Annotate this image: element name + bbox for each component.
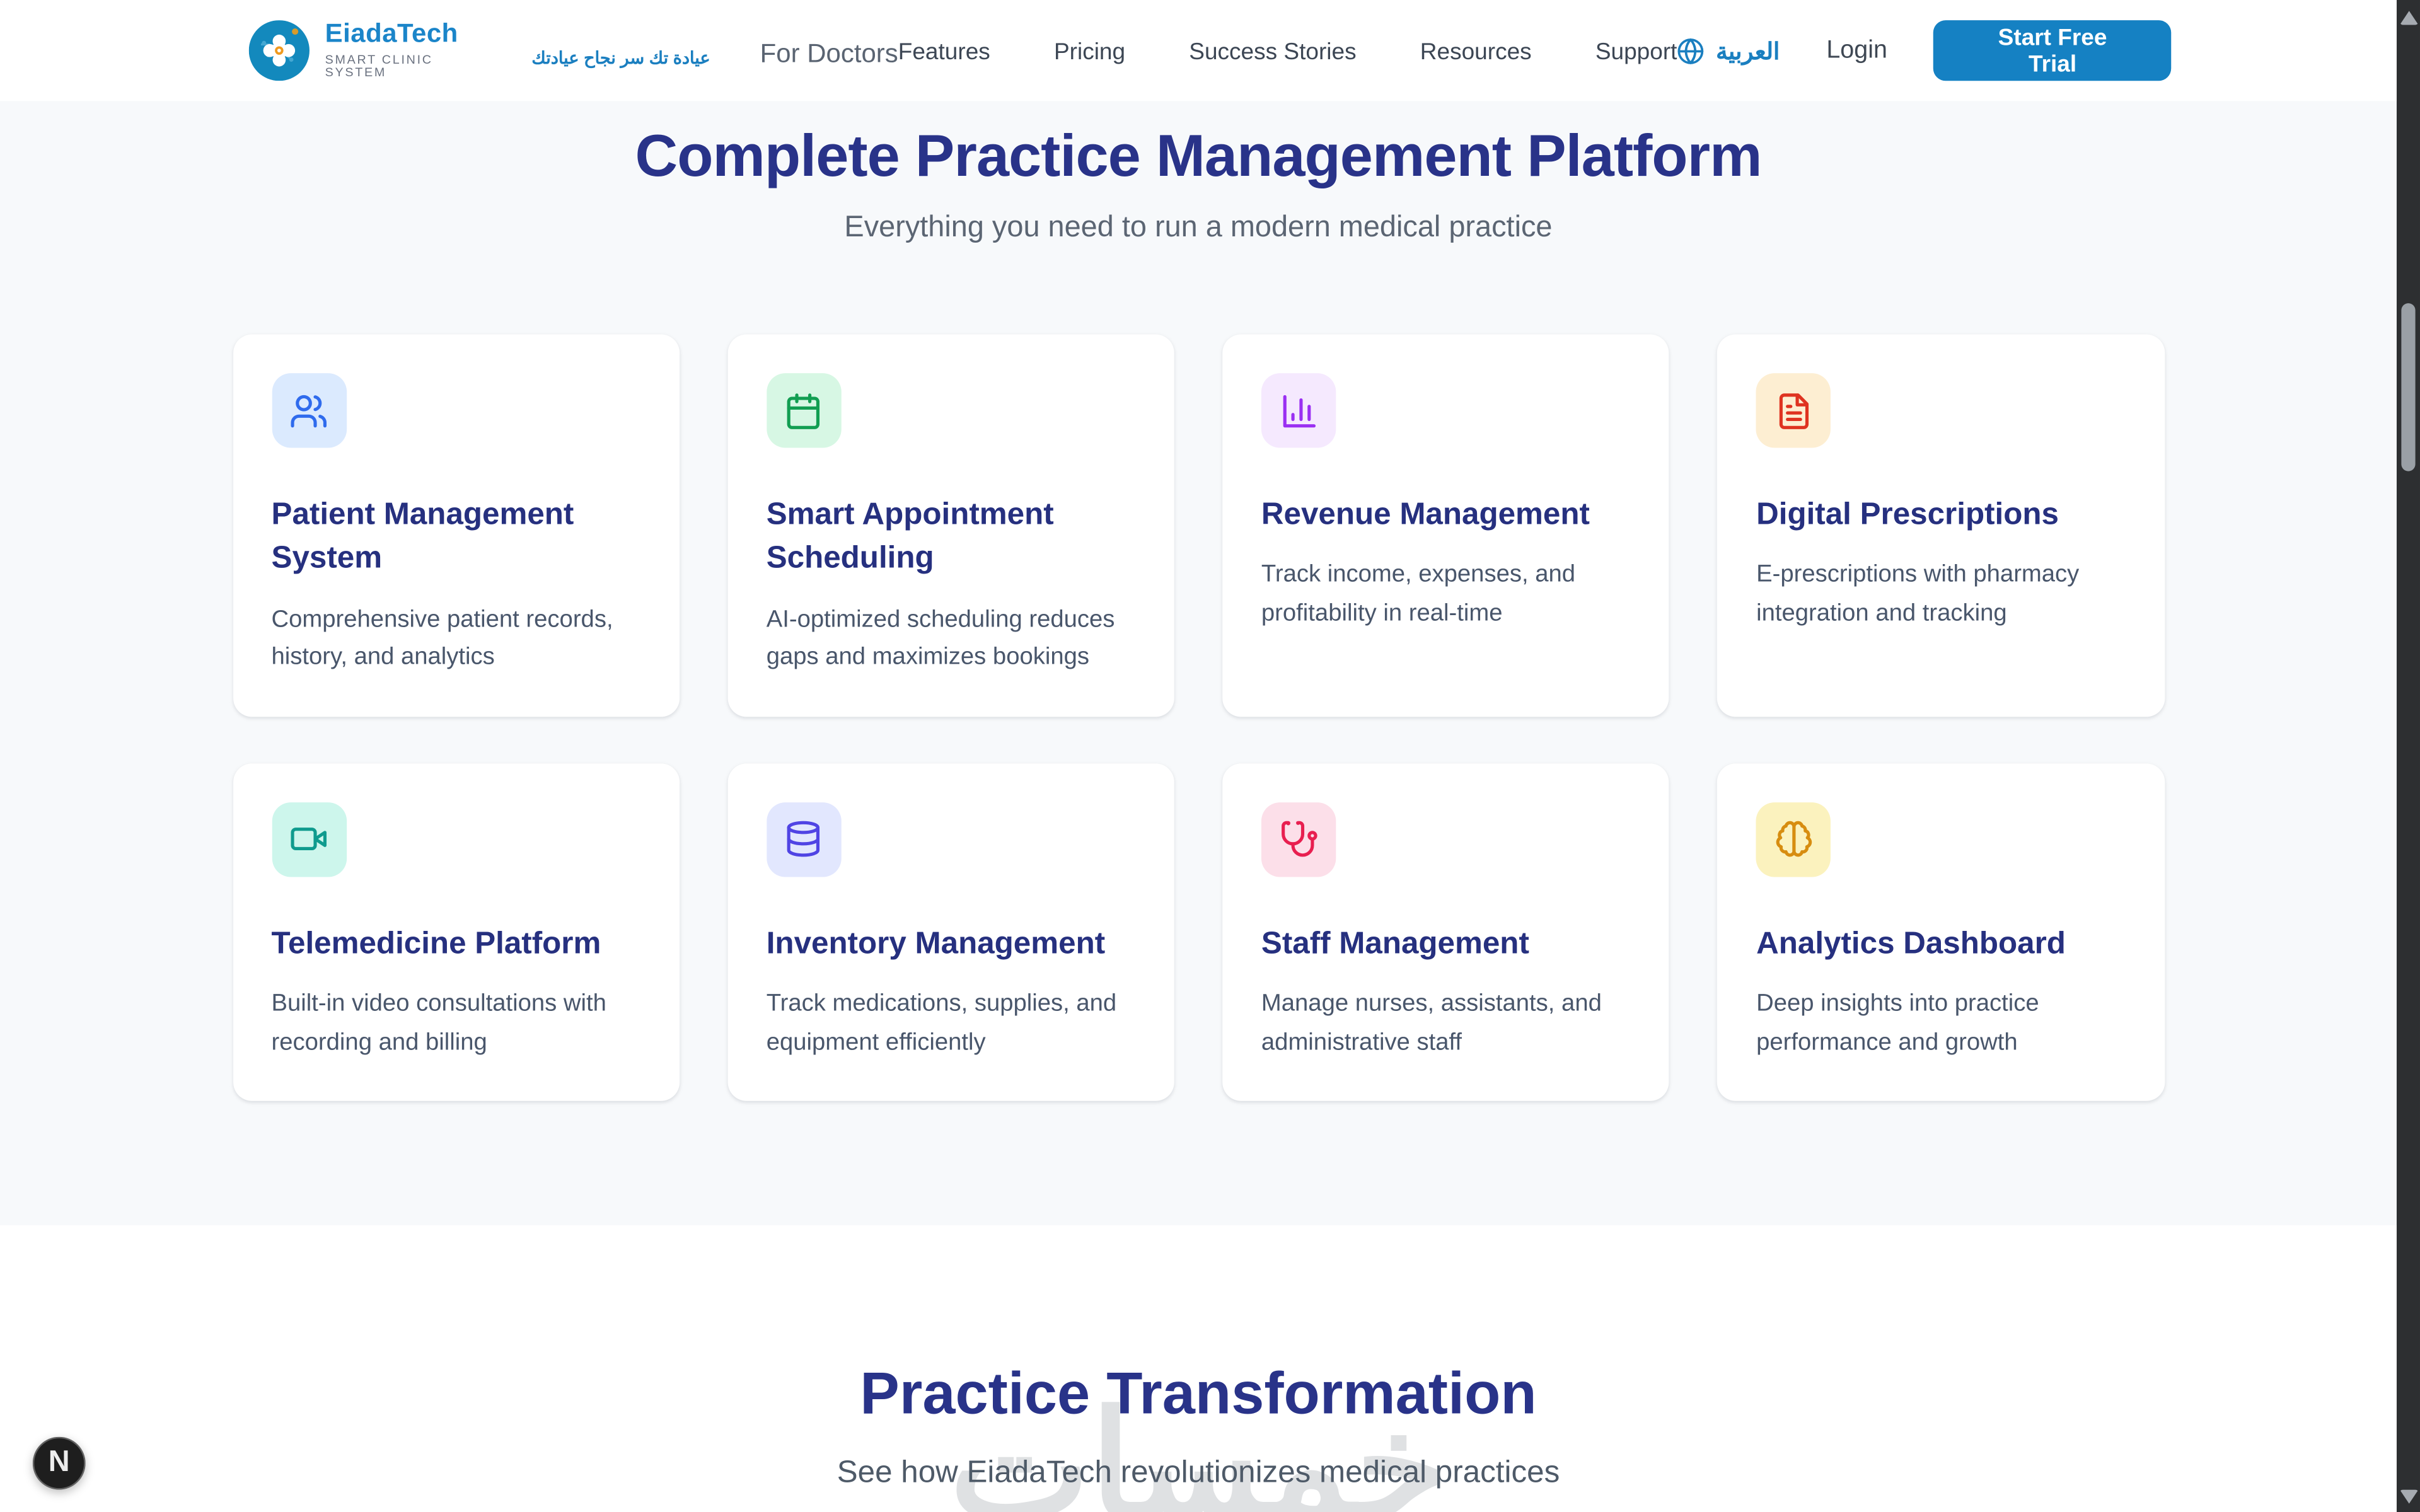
feature-icon-box <box>767 373 841 447</box>
feature-description: Track income, expenses, and profitabilit… <box>1261 557 1630 633</box>
brand-text: EiadaTech SMART CLINIC SYSTEM <box>325 20 495 81</box>
feature-title: Patient Management System <box>272 493 640 581</box>
feature-card-patient-management: Patient Management System Comprehensive … <box>233 334 680 716</box>
nav-item-pricing[interactable]: Pricing <box>1054 39 1125 66</box>
page-viewport: EiadaTech SMART CLINIC SYSTEM عيادة تك س… <box>0 0 2420 1512</box>
users-icon <box>289 391 328 430</box>
brand-subtitle: SMART CLINIC SYSTEM <box>325 54 495 81</box>
feature-description: Manage nurses, assistants, and administr… <box>1261 986 1630 1063</box>
features-section: Complete Practice Management Platform Ev… <box>0 101 2397 1225</box>
feature-title: Smart Appointment Scheduling <box>767 493 1135 581</box>
language-switcher[interactable]: العربية <box>1677 37 1780 64</box>
feature-card-inventory-management: Inventory Management Track medications, … <box>727 763 1174 1101</box>
globe-icon <box>1677 37 1705 64</box>
nav-item-features[interactable]: Features <box>898 39 990 66</box>
page-title: Complete Practice Management Platform <box>0 124 2397 191</box>
feature-icon-box <box>1261 802 1336 876</box>
feature-icon-box <box>1261 373 1336 447</box>
feature-icon-box <box>1756 802 1831 876</box>
feature-title: Staff Management <box>1261 921 1630 966</box>
brain-icon <box>1774 820 1813 859</box>
brand-group: EiadaTech SMART CLINIC SYSTEM عيادة تك س… <box>249 20 898 81</box>
feature-icon-box <box>1756 373 1831 447</box>
feature-description: Built-in video consultations with record… <box>272 986 640 1063</box>
feature-description: Comprehensive patient records, history, … <box>272 601 640 678</box>
top-navbar: EiadaTech SMART CLINIC SYSTEM عيادة تك س… <box>0 0 2397 101</box>
start-free-trial-button[interactable]: Start Free Trial <box>1934 20 2171 81</box>
navbar-right: العربية Login Start Free Trial <box>1677 20 2171 81</box>
transformation-subtitle: See how EiadaTech revolutionizes medical… <box>0 1456 2397 1492</box>
feature-icon-box <box>272 373 346 447</box>
feature-description: AI-optimized scheduling reduces gaps and… <box>767 601 1135 678</box>
file-text-icon <box>1774 391 1813 430</box>
feature-card-staff-management: Staff Management Manage nurses, assistan… <box>1222 763 1669 1101</box>
feature-title: Analytics Dashboard <box>1756 921 2125 966</box>
page-subtitle: Everything you need to run a modern medi… <box>0 212 2397 246</box>
feature-description: Deep insights into practice performance … <box>1756 986 2125 1063</box>
feature-cards-grid: Patient Management System Comprehensive … <box>233 334 2164 1101</box>
nav-item-support[interactable]: Support <box>1595 39 1677 66</box>
feature-icon-box <box>767 802 841 876</box>
calendar-icon <box>784 391 823 430</box>
feature-card-revenue-management: Revenue Management Track income, expense… <box>1222 334 1669 716</box>
transformation-title: Practice Transformation <box>0 1363 2397 1429</box>
scroll-up-arrow-icon[interactable] <box>2399 11 2418 25</box>
scrollbar-thumb[interactable] <box>2401 303 2415 471</box>
feature-title: Digital Prescriptions <box>1756 493 2125 537</box>
nav-item-resources[interactable]: Resources <box>1420 39 1532 66</box>
stethoscope-icon <box>1279 820 1318 859</box>
login-link[interactable]: Login <box>1826 37 1887 64</box>
feature-description: E-prescriptions with pharmacy integratio… <box>1756 557 2125 633</box>
feature-card-analytics-dashboard: Analytics Dashboard Deep insights into p… <box>1717 763 2164 1101</box>
main-nav: Features Pricing Success Stories Resourc… <box>898 39 1677 66</box>
transformation-section: خمسات Practice Transformation See how Ei… <box>0 1225 2397 1512</box>
scrollbar[interactable] <box>2397 0 2420 1512</box>
feature-icon-box <box>272 802 346 876</box>
feature-card-appointment-scheduling: Smart Appointment Scheduling AI-optimize… <box>727 334 1174 716</box>
brand-arabic-tagline: عيادة تك سر نجاح عيادتك <box>531 48 710 68</box>
feature-title: Inventory Management <box>767 921 1135 966</box>
feature-description: Track medications, supplies, and equipme… <box>767 986 1135 1063</box>
for-doctors-label: For Doctors <box>760 38 898 69</box>
nav-item-success-stories[interactable]: Success Stories <box>1189 39 1356 66</box>
feature-title: Telemedicine Platform <box>272 921 640 966</box>
language-label: العربية <box>1716 37 1780 64</box>
video-camera-icon <box>289 820 328 859</box>
database-icon <box>784 820 823 859</box>
eiadatech-logo-icon <box>249 20 310 81</box>
scroll-down-arrow-icon[interactable] <box>2399 1489 2418 1503</box>
bar-chart-icon <box>1279 391 1318 430</box>
brand-name: EiadaTech <box>325 20 495 49</box>
feature-card-telemedicine: Telemedicine Platform Built-in video con… <box>233 763 680 1101</box>
feature-card-digital-prescriptions: Digital Prescriptions E-prescriptions wi… <box>1717 334 2164 716</box>
feature-title: Revenue Management <box>1261 493 1630 537</box>
